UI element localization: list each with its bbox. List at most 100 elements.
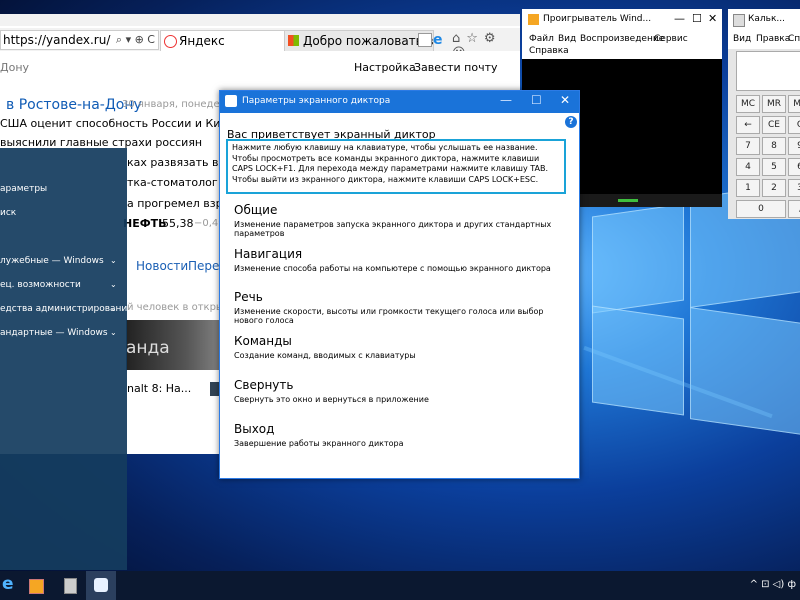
tab-news[interactable]: Новости	[136, 259, 188, 273]
calc-button-c[interactable]: C	[788, 116, 800, 134]
minimize-icon[interactable]: —	[674, 12, 685, 25]
menu-view[interactable]: Вид	[733, 34, 751, 44]
ie-logo-icon: e	[433, 32, 443, 48]
calc-button-9[interactable]: 9	[788, 137, 800, 155]
calc-button-3[interactable]: 3	[788, 179, 800, 197]
menu-file[interactable]: Файл	[529, 34, 554, 44]
tab-label: Добро пожаловать в ...	[303, 34, 433, 48]
close-icon[interactable]: ✕	[708, 12, 717, 25]
option-title[interactable]: Навигация	[234, 247, 564, 261]
start-item-settings[interactable]: араметры	[0, 184, 47, 194]
tab-label: Яндекс	[179, 34, 225, 48]
start-item-system-tools[interactable]: лужебные — Windows	[0, 256, 104, 266]
calculator-titlebar[interactable]: Кальк...	[728, 9, 800, 31]
chevron-down-icon[interactable]: ⌄	[110, 256, 117, 265]
calc-button-6[interactable]: 6	[788, 158, 800, 176]
taskbar-calculator[interactable]	[54, 571, 84, 600]
close-icon[interactable]: ✕	[560, 93, 570, 107]
ie-icon: e	[2, 574, 14, 594]
maximize-icon[interactable]: ☐	[692, 12, 702, 25]
taskbar-narrator[interactable]	[86, 571, 116, 600]
option-title[interactable]: Общие	[234, 203, 564, 217]
chevron-down-icon[interactable]: ⌄	[110, 328, 117, 337]
address-controls[interactable]: ⌕ ▾ ⊕ C	[116, 31, 155, 49]
calc-button-7[interactable]: 7	[736, 137, 760, 155]
option-title[interactable]: Речь	[234, 290, 564, 304]
option-title[interactable]: Выход	[234, 422, 564, 436]
calc-button-4[interactable]: 4	[736, 158, 760, 176]
taskbar: e ^ ⊡ ◁) ф	[0, 571, 800, 600]
calculator-window: Кальк... Вид Правка Спр MC MR MS ← CE C …	[728, 9, 800, 219]
narrator-icon	[94, 578, 108, 592]
calc-button-2[interactable]: 2	[762, 179, 786, 197]
option-title[interactable]: Свернуть	[234, 378, 564, 392]
promo-image-text: анда	[126, 338, 170, 358]
calculator-icon	[733, 14, 745, 27]
ie-top-strip	[0, 14, 520, 26]
option-desc: Создание команд, вводимых с клавиатуры	[234, 351, 416, 360]
create-mail-link[interactable]: Завести почту	[414, 61, 497, 74]
start-item-search[interactable]: иск	[0, 208, 16, 218]
region-fragment: Дону	[0, 61, 30, 74]
promo-image[interactable]: анда	[126, 320, 226, 370]
menu-help[interactable]: Справка	[529, 46, 569, 56]
tab-yandex[interactable]: Яндекс ✕	[160, 30, 298, 51]
calc-button-1[interactable]: 1	[736, 179, 760, 197]
calc-button-8[interactable]: 8	[762, 137, 786, 155]
option-desc: Изменение способа работы на компьютере с…	[234, 264, 551, 273]
narrator-icon	[225, 95, 237, 107]
media-player-icon	[29, 579, 44, 594]
option-minimize[interactable]: Свернуть Свернуть это окно и вернуться в…	[234, 378, 564, 404]
narrator-title: Параметры экранного диктора	[242, 96, 391, 106]
yandex-icon	[164, 35, 177, 48]
address-text[interactable]: https://yandex.ru/	[3, 33, 110, 47]
calc-button-backspace[interactable]: ←	[736, 116, 760, 134]
start-item-accessibility[interactable]: ец. возможности	[0, 280, 81, 290]
calc-button-0[interactable]: 0	[736, 200, 786, 218]
menu-tools[interactable]: Сервис	[654, 34, 688, 44]
help-icon[interactable]: ?	[565, 116, 577, 128]
settings-link[interactable]: Настройка	[354, 61, 416, 74]
calc-button-decimal[interactable]: ,	[788, 200, 800, 218]
media-player-titlebar[interactable]: Проигрыватель Wind... — ☐ ✕	[522, 9, 722, 31]
address-bar[interactable]: https://yandex.ru/ ⌕ ▾ ⊕ C	[0, 30, 159, 50]
game-link[interactable]: nalt 8: На...	[127, 382, 191, 395]
calc-button-ce[interactable]: CE	[762, 116, 786, 134]
calculator-display	[736, 51, 800, 91]
windows-logo-pane	[690, 307, 800, 435]
menu-playback[interactable]: Воспроизведение	[580, 34, 664, 44]
media-player-icon	[528, 14, 539, 25]
option-general[interactable]: Общие Изменение параметров запуска экран…	[234, 203, 564, 238]
option-speech[interactable]: Речь Изменение скорости, высоты или гром…	[234, 290, 564, 325]
menu-help[interactable]: Спр	[788, 34, 800, 44]
calc-button-5[interactable]: 5	[762, 158, 786, 176]
volume-slider[interactable]	[618, 199, 638, 202]
option-commands[interactable]: Команды Создание команд, вводимых с клав…	[234, 334, 564, 360]
windows-icon	[288, 35, 299, 46]
option-desc: Завершение работы экранного диктора	[234, 439, 404, 448]
start-item-accessories[interactable]: андартные — Windows	[0, 328, 108, 338]
oil-value: 55,38	[162, 217, 194, 230]
menu-edit[interactable]: Правка	[756, 34, 790, 44]
taskbar-media-player[interactable]	[20, 571, 50, 600]
tab-welcome[interactable]: Добро пожаловать в ...	[284, 30, 434, 52]
windows-logo-pane	[592, 203, 684, 314]
narrator-titlebar[interactable]: Параметры экранного диктора — ☐ ✕	[220, 91, 579, 113]
maximize-icon[interactable]: ☐	[531, 93, 542, 107]
option-desc: Свернуть это окно и вернуться в приложен…	[234, 395, 429, 404]
chevron-down-icon[interactable]: ⌄	[110, 280, 117, 289]
menu-view[interactable]: Вид	[558, 34, 576, 44]
new-tab-button[interactable]	[418, 33, 432, 47]
calc-button-ms[interactable]: MS	[788, 95, 800, 113]
media-player-title: Проигрыватель Wind...	[543, 14, 652, 24]
chevron-down-icon[interactable]: ⌄	[110, 304, 117, 313]
minimize-icon[interactable]: —	[500, 93, 512, 107]
option-navigation[interactable]: Навигация Изменение способа работы на ко…	[234, 247, 564, 273]
system-tray[interactable]: ^ ⊡ ◁) ф	[750, 579, 796, 590]
calc-button-mc[interactable]: MC	[736, 95, 760, 113]
option-title[interactable]: Команды	[234, 334, 564, 348]
option-exit[interactable]: Выход Завершение работы экранного диктор…	[234, 422, 564, 448]
start-menu: араметры иск лужебные — Windows ⌄ ец. во…	[0, 148, 136, 570]
calculator-title: Кальк...	[748, 14, 785, 24]
calc-button-mr[interactable]: MR	[762, 95, 786, 113]
